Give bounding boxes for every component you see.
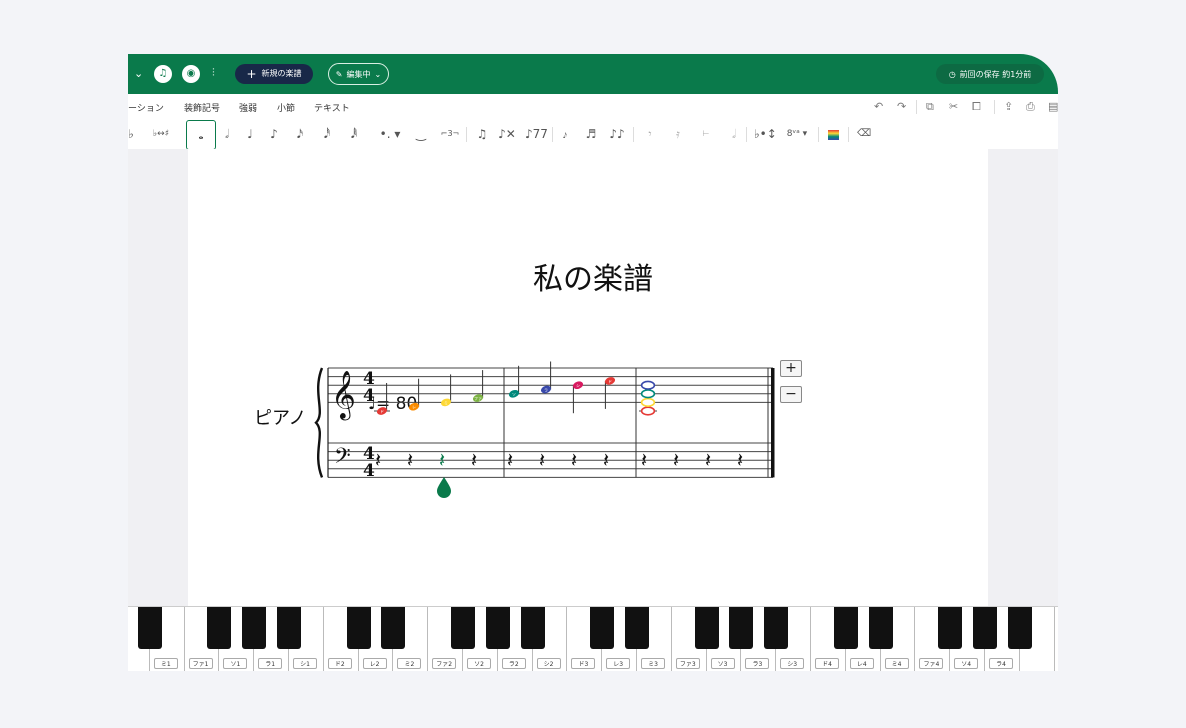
piano-black-key[interactable] (520, 607, 545, 649)
note-solfege-label: ファ (474, 396, 482, 401)
piano-key-label: レ3 (606, 658, 631, 669)
quarter-rest: 𝄽 (705, 448, 711, 472)
bass-time-sig-denominator: 4 (363, 461, 375, 481)
cursor-marker-icon (437, 477, 451, 498)
treble-clef-icon: 𝄞 (331, 369, 356, 420)
piano-key-label: ソ2 (467, 658, 491, 669)
piano-black-key[interactable] (694, 607, 719, 649)
note-solfege-label: ド (608, 379, 612, 384)
piano-black-key[interactable] (868, 607, 893, 649)
quarter-rest: 𝄽 (507, 448, 513, 472)
quarter-rest: 𝄽 (375, 448, 381, 472)
piano-black-key[interactable] (346, 607, 371, 649)
quarter-rest: 𝄽 (439, 448, 445, 472)
quarter-rest: 𝄽 (539, 448, 545, 472)
piano-key-label: ラ4 (989, 658, 1013, 669)
bass-clef-icon: 𝄢 (334, 444, 351, 474)
piano-key-label: ミ1 (153, 658, 178, 669)
note-solfege-label: ミ (444, 400, 448, 405)
piano-black-key[interactable] (973, 607, 997, 649)
piano-black-key[interactable] (137, 607, 162, 649)
quarter-rest: 𝄽 (641, 448, 647, 472)
piano-black-key[interactable] (590, 607, 615, 649)
piano-key-label: ド3 (571, 658, 596, 669)
piano-key-label: ラ3 (745, 658, 770, 669)
piano-key-label: シ3 (780, 658, 805, 669)
piano-key-label: レ4 (849, 658, 874, 669)
piano-key-label: ソ4 (954, 658, 979, 669)
piano-keyboard[interactable]: ミ1 ファ1 ソ1 ラ1 シ1 ド2 レ2 ミ2 ファ2 ソ2 ラ2 シ2 ド3 レ3 ミ3 ファ3 ソ3 ラ3 シ… (128, 606, 1058, 671)
piano-key-label: ファ2 (432, 658, 457, 669)
quarter-rest: 𝄽 (407, 448, 413, 472)
chord-note-head (640, 397, 656, 408)
piano-key-label: ファ4 (919, 658, 944, 669)
piano-key-label: ソ3 (710, 658, 735, 669)
piano-key-label: ソ1 (223, 658, 248, 669)
piano-key-label: ラ1 (258, 658, 283, 669)
score-editor-app: ⌄ ♫ ◉ ⫶ + 新規の楽譜 ✎ 編集中 ⌄ ◷ 前回の保存 約1分前 ーショ… (128, 54, 1058, 671)
piano-key-label: ファ1 (188, 658, 213, 669)
piano-key-label: ミ2 (397, 658, 422, 669)
piano-key-label: シ1 (293, 658, 317, 669)
note-solfege-label: ソ (512, 392, 516, 397)
piano-key-label: ミ3 (641, 658, 665, 669)
piano-black-key[interactable] (381, 607, 406, 649)
piano-black-key[interactable] (242, 607, 267, 649)
piano-black-key[interactable] (625, 607, 649, 649)
brace (314, 367, 324, 478)
chord-note-head (640, 406, 656, 416)
piano-black-key[interactable] (277, 607, 301, 649)
piano-key-label: ラ2 (501, 658, 526, 669)
final-barline-thick (771, 368, 775, 478)
chord-note-head (640, 380, 656, 390)
note-solfege-label: シ (576, 383, 580, 388)
piano-black-key[interactable] (938, 607, 963, 649)
score-staff[interactable]: 𝄞𝄢4444ドレミファソラシド𝄽 𝄽 𝄽 𝄽 𝄽 𝄽 𝄽 𝄽 𝄽 𝄽 𝄽 𝄽 (128, 54, 1058, 671)
piano-black-key[interactable] (1007, 607, 1032, 649)
remove-measure-button[interactable]: − (780, 386, 802, 403)
note-solfege-label: レ (412, 405, 416, 410)
add-measure-button[interactable]: + (780, 360, 802, 377)
note-solfege-label: ラ (544, 387, 548, 393)
piano-key-label: ド2 (327, 658, 352, 669)
piano-key-label: シ2 (536, 658, 561, 669)
quarter-rest: 𝄽 (571, 448, 577, 472)
piano-key-label: レ2 (362, 658, 387, 669)
quarter-rest: 𝄽 (673, 448, 679, 472)
quarter-rest: 𝄽 (737, 448, 743, 472)
piano-key-label: ファ3 (675, 658, 700, 669)
treble-time-sig-denominator: 4 (363, 386, 375, 406)
piano-black-key[interactable] (207, 607, 232, 649)
piano-key-label: ミ4 (884, 658, 909, 669)
piano-black-key[interactable] (485, 607, 510, 649)
note-solfege-label: ド (380, 409, 384, 414)
chord-note-head (640, 389, 656, 399)
piano-black-key[interactable] (729, 607, 754, 649)
quarter-rest: 𝄽 (471, 448, 477, 472)
quarter-rest: 𝄽 (603, 448, 609, 472)
piano-black-key[interactable] (764, 607, 789, 649)
piano-black-key[interactable] (833, 607, 858, 649)
piano-black-key[interactable] (451, 607, 475, 649)
piano-key-label: ド4 (815, 658, 839, 669)
